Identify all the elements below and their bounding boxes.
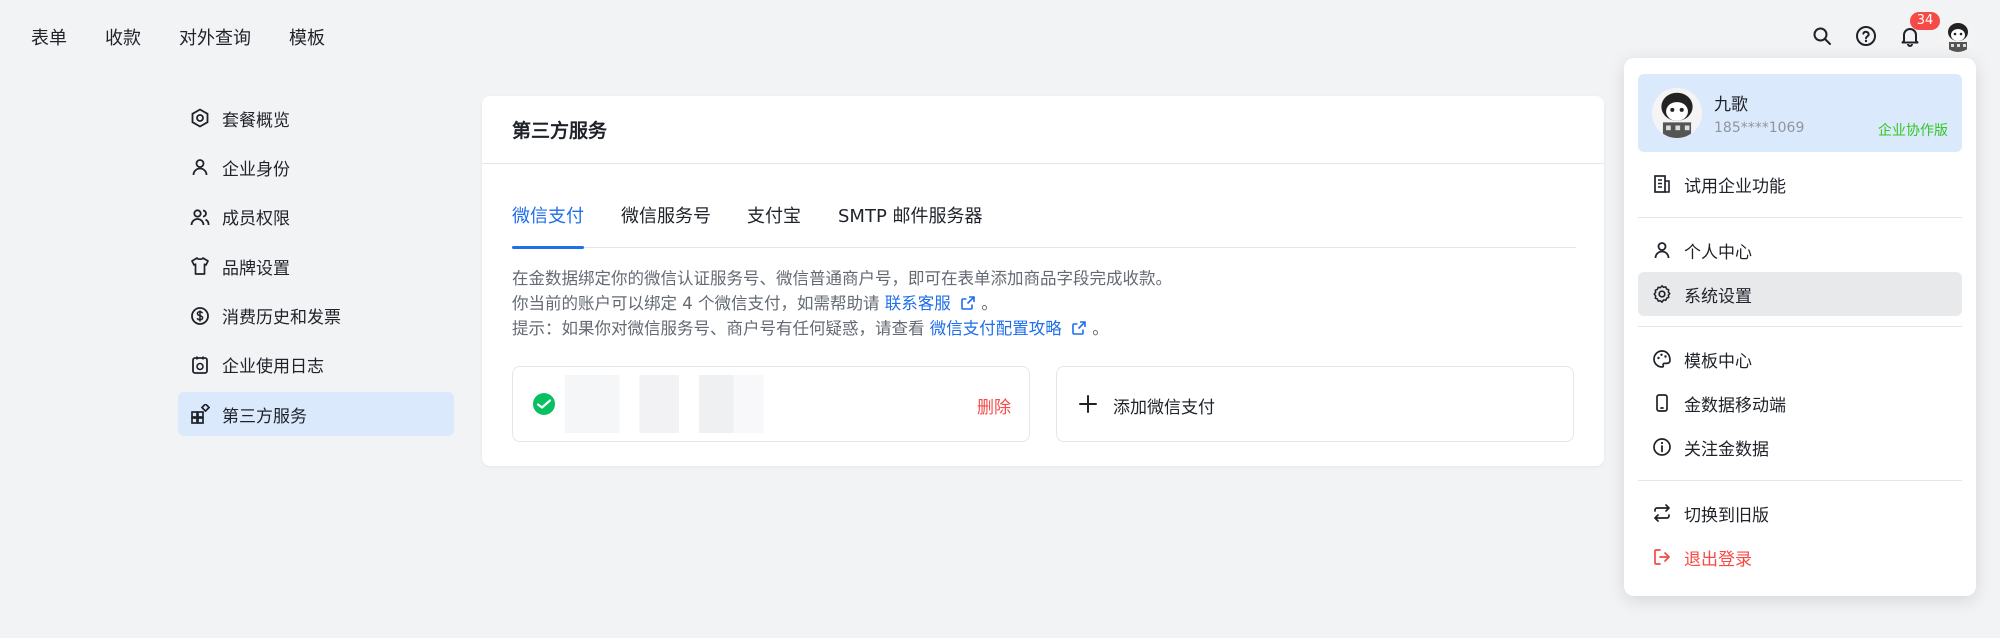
menu-item-template-center[interactable]: 模板中心 [1638, 337, 1962, 381]
shirt-icon [190, 256, 210, 276]
menu-item-label: 退出登录 [1684, 549, 1752, 570]
user-icon [1652, 240, 1672, 260]
user-icon [190, 157, 210, 177]
add-wechat-pay-label: 添加微信支付 [1113, 398, 1215, 418]
sidebar-item-package-overview[interactable]: 套餐概览 [178, 96, 454, 140]
user-profile-card[interactable]: 九歌 185****1069 企业协作版 [1638, 74, 1962, 152]
nav-item-external-query[interactable]: 对外查询 [179, 24, 251, 50]
sidebar-item-label: 第三方服务 [222, 406, 307, 427]
description-text: 。 [1092, 319, 1109, 338]
info-icon [1652, 437, 1672, 457]
tab-wechat-service-account[interactable]: 微信服务号 [621, 202, 711, 248]
menu-item-follow[interactable]: 关注金数据 [1638, 425, 1962, 469]
avatar[interactable] [1942, 20, 1974, 52]
description-line-2: 你当前的账户可以绑定 4 个微信支付，如需帮助请 联系客服 。 [512, 291, 1172, 316]
menu-item-try-enterprise[interactable]: 试用企业功能 [1638, 162, 1962, 206]
user-menu-dropdown: 九歌 185****1069 企业协作版 试用企业功能 个人中心 系统设置 模板… [1624, 58, 1976, 596]
blurred-account-info [565, 375, 813, 433]
settings-sidebar: 套餐概览 企业身份 成员权限 品牌设置 消费历史和发票 企业使用日志 第三方服务 [178, 96, 454, 442]
menu-item-label: 试用企业功能 [1684, 176, 1786, 197]
menu-item-label: 切换到旧版 [1684, 505, 1769, 526]
avatar [1652, 88, 1702, 138]
service-tabs: 微信支付 微信服务号 支付宝 SMTP 邮件服务器 [512, 202, 1576, 249]
sidebar-item-label: 消费历史和发票 [222, 308, 341, 329]
menu-divider [1638, 480, 1962, 481]
menu-item-personal-center[interactable]: 个人中心 [1638, 228, 1962, 272]
sidebar-item-brand-settings[interactable]: 品牌设置 [178, 244, 454, 288]
description-text: 提示：如果你对微信服务号、商户号有任何疑惑，请查看 [512, 319, 925, 338]
description-line-3: 提示：如果你对微信服务号、商户号有任何疑惑，请查看 微信支付配置攻略 。 [512, 316, 1172, 341]
external-link-icon [961, 296, 975, 310]
wechat-icon [533, 393, 555, 415]
add-wechat-pay-button[interactable]: 添加微信支付 [1056, 366, 1574, 442]
sidebar-item-third-party-services[interactable]: 第三方服务 [178, 392, 454, 437]
description: 在金数据绑定你的微信认证服务号、微信普通商户号，即可在表单添加商品字段完成收款。… [512, 266, 1172, 341]
menu-item-switch-old-version[interactable]: 切换到旧版 [1638, 491, 1962, 535]
sidebar-item-label: 企业身份 [222, 159, 290, 180]
menu-item-logout[interactable]: 退出登录 [1638, 535, 1962, 579]
log-icon [190, 355, 210, 375]
apps-icon [190, 404, 210, 425]
notification-badge: 34 [1910, 12, 1940, 30]
third-party-services-card: 第三方服务 微信支付 微信服务号 支付宝 SMTP 邮件服务器 在金数据绑定你的… [482, 96, 1604, 466]
contact-support-link[interactable]: 联系客服 [885, 294, 982, 313]
menu-item-label: 关注金数据 [1684, 439, 1769, 460]
bell-icon[interactable]: 34 [1896, 12, 1940, 50]
mobile-icon [1652, 393, 1672, 413]
tab-smtp[interactable]: SMTP 邮件服务器 [838, 202, 983, 248]
tab-alipay[interactable]: 支付宝 [747, 202, 801, 248]
user-name: 九歌 [1714, 95, 1748, 115]
help-icon[interactable] [1852, 22, 1880, 50]
page-title: 第三方服务 [482, 96, 1604, 164]
plan-badge: 企业协作版 [1878, 123, 1948, 139]
menu-item-label: 金数据移动端 [1684, 395, 1786, 416]
menu-item-system-settings[interactable]: 系统设置 [1638, 272, 1962, 316]
delete-button[interactable]: 删除 [977, 393, 1011, 418]
dollar-circle-icon [190, 306, 210, 326]
contact-support-label: 联系客服 [884, 294, 951, 313]
description-line-1: 在金数据绑定你的微信认证服务号、微信普通商户号，即可在表单添加商品字段完成收款。 [512, 269, 1172, 288]
menu-item-label: 个人中心 [1684, 242, 1752, 263]
sidebar-item-label: 成员权限 [222, 209, 290, 230]
nav-item-payments[interactable]: 收款 [105, 24, 141, 50]
sidebar-item-label: 套餐概览 [222, 110, 290, 131]
wechat-pay-guide-link[interactable]: 微信支付配置攻略 [930, 319, 1093, 338]
palette-icon [1652, 349, 1672, 369]
guide-link-label: 微信支付配置攻略 [929, 319, 1062, 338]
switch-icon [1652, 503, 1672, 523]
menu-item-mobile-app[interactable]: 金数据移动端 [1638, 381, 1962, 425]
package-icon [190, 108, 210, 128]
nav-item-templates[interactable]: 模板 [289, 24, 325, 50]
nav-item-forms[interactable]: 表单 [31, 24, 67, 50]
sidebar-item-usage-log[interactable]: 企业使用日志 [178, 343, 454, 387]
wechat-pay-account-card: 删除 [512, 366, 1030, 442]
description-text: 。 [981, 294, 998, 313]
building-icon [1652, 174, 1672, 194]
menu-item-label: 模板中心 [1684, 351, 1752, 372]
sidebar-item-label: 品牌设置 [222, 258, 290, 279]
tab-wechat-pay[interactable]: 微信支付 [512, 202, 584, 249]
sidebar-item-billing-history[interactable]: 消费历史和发票 [178, 294, 454, 338]
search-icon[interactable] [1808, 22, 1836, 50]
menu-item-label: 系统设置 [1684, 286, 1752, 307]
sidebar-item-enterprise-identity[interactable]: 企业身份 [178, 145, 454, 189]
description-text: 你当前的账户可以绑定 4 个微信支付，如需帮助请 [512, 294, 880, 313]
user-phone: 185****1069 [1714, 120, 1805, 136]
menu-divider [1638, 326, 1962, 327]
sidebar-item-label: 企业使用日志 [222, 357, 324, 378]
users-icon [190, 207, 210, 227]
external-link-icon [1072, 321, 1086, 335]
gear-icon [1652, 284, 1672, 304]
plus-icon [1079, 395, 1097, 417]
logout-icon [1652, 547, 1672, 567]
menu-divider [1638, 217, 1962, 218]
sidebar-item-member-permissions[interactable]: 成员权限 [178, 195, 454, 239]
